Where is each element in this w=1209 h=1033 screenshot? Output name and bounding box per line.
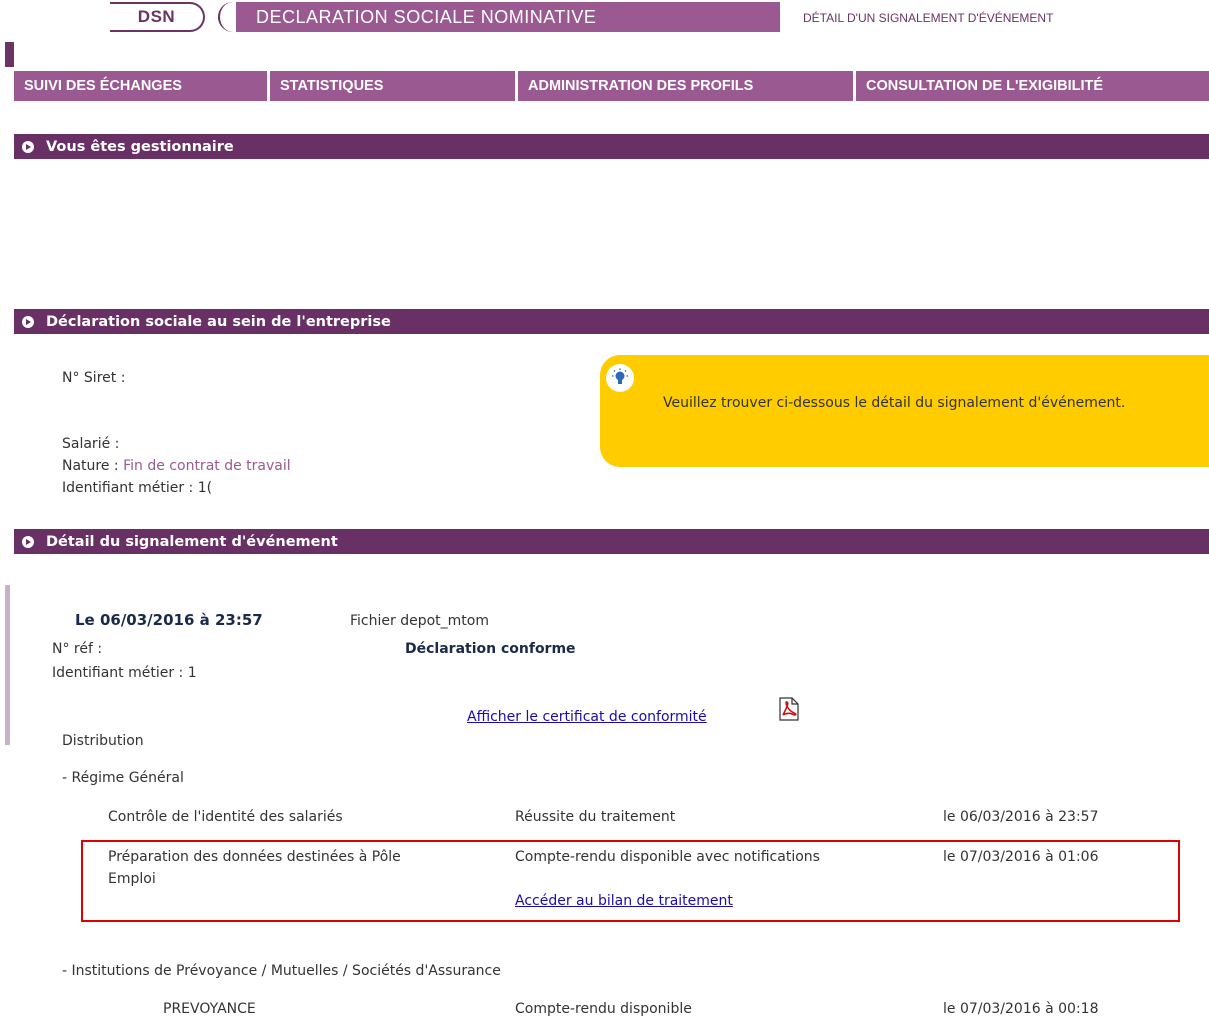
pdf-icon[interactable] xyxy=(778,697,800,725)
info-box: Veuillez trouver ci-dessous le détail du… xyxy=(600,355,1209,467)
nature-row: Nature : Fin de contrat de travail xyxy=(62,458,291,474)
info-message: Veuillez trouver ci-dessous le détail du… xyxy=(663,395,1126,411)
ref-label: N° réf : xyxy=(52,641,103,657)
nature-label: Nature : xyxy=(62,458,119,474)
event-filename: Fichier depot_mtom xyxy=(350,613,489,629)
bullet-arrow-icon xyxy=(22,535,34,548)
nav-suivi-echanges[interactable]: SUIVI DES ÉCHANGES xyxy=(14,71,254,101)
main-nav: SUIVI DES ÉCHANGES STATISTIQUES ADMINIST… xyxy=(14,71,1209,101)
nature-value: Fin de contrat de travail xyxy=(123,458,291,474)
row-name: Contrôle de l'identité des salariés xyxy=(108,809,343,825)
page-title: DÉTAIL D'UN SIGNALEMENT D'ÉVÉNEMENT xyxy=(803,11,1054,25)
dsn-logo: DSN xyxy=(110,2,205,32)
distribution-label: Distribution xyxy=(62,733,144,749)
institutions-label: - Institutions de Prévoyance / Mutuelles… xyxy=(62,963,501,979)
app-title: DECLARATION SOCIALE NOMINATIVE xyxy=(218,2,780,32)
row-name: Préparation des données destinées à Pôle xyxy=(108,849,401,865)
declaration-status: Déclaration conforme xyxy=(405,641,576,657)
section-title: Vous êtes gestionnaire xyxy=(46,138,234,155)
row-date: le 07/03/2016 à 01:06 xyxy=(943,849,1099,865)
bullet-arrow-icon xyxy=(22,140,34,153)
identifiant-label: Identifiant métier : xyxy=(62,480,194,496)
section-title: Déclaration sociale au sein de l'entrepr… xyxy=(46,313,391,330)
identifiant-row: Identifiant métier : 1( xyxy=(62,480,212,496)
row-status: Compte-rendu disponible xyxy=(515,1001,692,1017)
row-date: le 06/03/2016 à 23:57 xyxy=(943,809,1099,825)
event-datetime: Le 06/03/2016 à 23:57 xyxy=(75,611,263,629)
nav-statistiques[interactable]: STATISTIQUES xyxy=(270,71,515,101)
left-accent-bar xyxy=(5,42,14,67)
bullet-arrow-icon xyxy=(22,315,34,328)
nav-consultation-exigibilite[interactable]: CONSULTATION DE L'EXIGIBILITÉ xyxy=(856,71,1209,101)
section-header-detail[interactable]: Détail du signalement d'événement xyxy=(14,529,1209,554)
section-header-gestionnaire[interactable]: Vous êtes gestionnaire xyxy=(14,134,1209,159)
certificat-link[interactable]: Afficher le certificat de conformité xyxy=(467,709,707,725)
row-name-continued: Emploi xyxy=(108,871,156,887)
identifiant-value: 1( xyxy=(197,480,213,496)
left-accent-bar-light xyxy=(5,585,10,745)
row-status: Réussite du traitement xyxy=(515,809,676,825)
section-header-entreprise[interactable]: Déclaration sociale au sein de l'entrepr… xyxy=(14,309,1209,334)
row-name: PREVOYANCE xyxy=(163,1001,256,1017)
regime-general-label: - Régime Général xyxy=(62,770,184,786)
bilan-traitement-link[interactable]: Accéder au bilan de traitement xyxy=(515,893,733,909)
salarie-label: Salarié : xyxy=(62,436,120,452)
lightbulb-icon xyxy=(606,364,634,392)
siret-label: N° Siret : xyxy=(62,370,126,386)
row-status: Compte-rendu disponible avec notificatio… xyxy=(515,849,820,865)
section-title: Détail du signalement d'événement xyxy=(46,533,338,550)
row-date: le 07/03/2016 à 00:18 xyxy=(943,1001,1099,1017)
nav-administration-profils[interactable]: ADMINISTRATION DES PROFILS xyxy=(518,71,853,101)
identifiant-metier: Identifiant métier : 1 xyxy=(52,665,197,681)
